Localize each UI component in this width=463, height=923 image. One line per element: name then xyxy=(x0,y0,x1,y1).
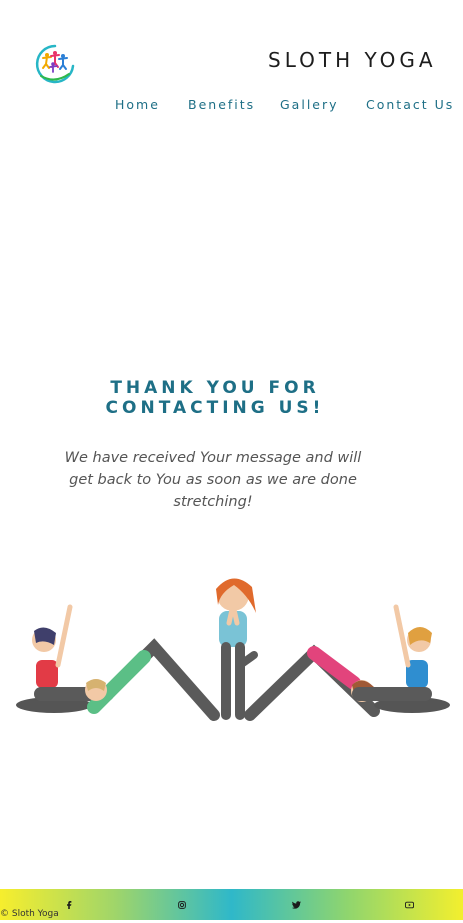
thank-you-heading: THANK YOU FOR CONTACTING US! xyxy=(0,378,430,418)
nav-item-home[interactable]: Home xyxy=(115,97,160,112)
nav-item-contact-us[interactable]: Contact Us xyxy=(366,97,454,112)
yoga-logo-icon xyxy=(35,44,75,84)
site-title: SLOTH YOGA xyxy=(268,48,437,72)
heading-line-2: CONTACTING US! xyxy=(105,398,325,418)
facebook-icon[interactable] xyxy=(62,898,76,912)
twitter-icon[interactable] xyxy=(289,898,303,912)
yoga-kids-illustration-icon xyxy=(16,578,450,721)
copyright-text: © Sloth Yoga xyxy=(0,909,59,919)
instagram-icon[interactable] xyxy=(175,898,189,912)
footer-bar xyxy=(0,889,463,920)
confirmation-message: We have received Your message and will g… xyxy=(64,450,362,510)
logo[interactable] xyxy=(33,42,77,84)
heading-line-1: THANK YOU FOR xyxy=(110,378,320,398)
main-nav: Home Benefits Gallery Contact Us xyxy=(0,97,463,113)
nav-item-benefits[interactable]: Benefits xyxy=(188,97,255,112)
youtube-icon[interactable] xyxy=(402,898,416,912)
nav-item-gallery[interactable]: Gallery xyxy=(280,97,339,112)
yoga-illustration xyxy=(14,565,452,725)
